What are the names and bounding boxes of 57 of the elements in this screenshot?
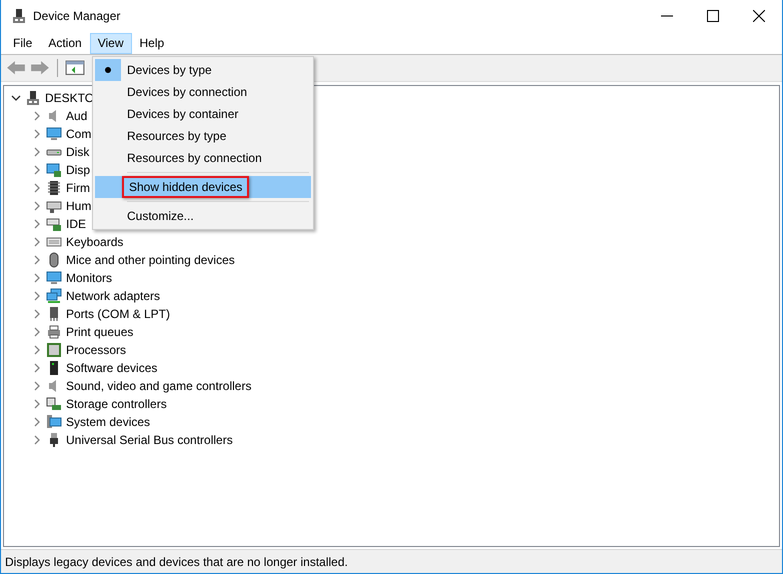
tree-item[interactable]: Disp (66, 163, 90, 177)
monitor-icon (46, 270, 62, 286)
menu-item[interactable]: View (90, 32, 132, 54)
back-arrow-icon (6, 60, 26, 76)
menu-label: Devices by connection (126, 84, 248, 101)
tree-item[interactable]: Firm (66, 181, 90, 195)
menu-item[interactable]: Resources by connection (95, 147, 311, 169)
tree-item[interactable]: Storage controllers (66, 397, 167, 411)
computer-icon (25, 90, 41, 106)
tree-item[interactable]: Processors (66, 343, 126, 357)
tree-item[interactable]: Network adapters (66, 289, 160, 303)
tree-item[interactable]: Monitors (66, 271, 112, 285)
controller-card-icon (46, 216, 62, 232)
tree-item[interactable]: System devices (66, 415, 150, 429)
tree-item[interactable]: Hum (66, 199, 92, 213)
forward-arrow-icon (30, 60, 50, 76)
tree-item[interactable]: Keyboards (66, 235, 124, 249)
menu-item[interactable]: File (5, 32, 40, 54)
tree-item[interactable]: Aud (66, 109, 88, 123)
menu-item[interactable]: Customize... (95, 205, 311, 227)
menu-label: Devices by type (126, 62, 213, 79)
status-text: Displays legacy devices and devices that are no longer installed. (5, 554, 348, 568)
menu-item[interactable]: Devices by container (95, 103, 311, 125)
system-icon (46, 414, 62, 430)
menu-label: Devices by container (126, 106, 240, 123)
printer-icon (46, 324, 62, 340)
tree-item[interactable]: Sound, video and game controllers (66, 379, 252, 393)
chip-icon (46, 180, 62, 196)
properties-button[interactable] (65, 58, 85, 78)
tree-item[interactable]: Disk (66, 145, 90, 159)
storage-controller-icon (46, 396, 62, 412)
menu-item[interactable]: Resources by type (95, 125, 311, 147)
menu-label: Customize... (126, 208, 195, 225)
tree-item[interactable]: IDE (66, 217, 86, 231)
network-icon (46, 288, 62, 304)
window-icon (65, 60, 85, 76)
tree-item[interactable]: Ports (COM & LPT) (66, 307, 170, 321)
tree-item[interactable]: DESKTO (45, 91, 94, 105)
window-title: Device Manager (33, 9, 122, 23)
menu-label: Resources by type (126, 128, 228, 145)
display-card-icon (46, 162, 62, 178)
tree-item[interactable]: Com (66, 127, 92, 141)
menu-item[interactable]: Devices by connection (95, 81, 311, 103)
tree-item[interactable]: Universal Serial Bus controllers (66, 433, 233, 447)
processor-icon (46, 342, 62, 358)
computer-icon (11, 8, 27, 24)
tree-item[interactable]: Mice and other pointing devices (66, 253, 235, 267)
tree-item[interactable]: Print queues (66, 325, 134, 339)
menu-item[interactable]: Action (40, 32, 90, 54)
menu-label: Resources by connection (126, 150, 263, 167)
highlight-frame: Show hidden devices (122, 176, 250, 198)
tree-item[interactable]: Software devices (66, 361, 158, 375)
maximize-icon (707, 10, 719, 22)
menu-item[interactable]: Help (132, 32, 172, 54)
close-icon (753, 10, 765, 22)
monitor-icon (46, 126, 62, 142)
menu-item[interactable]: Show hidden devices (95, 176, 311, 198)
